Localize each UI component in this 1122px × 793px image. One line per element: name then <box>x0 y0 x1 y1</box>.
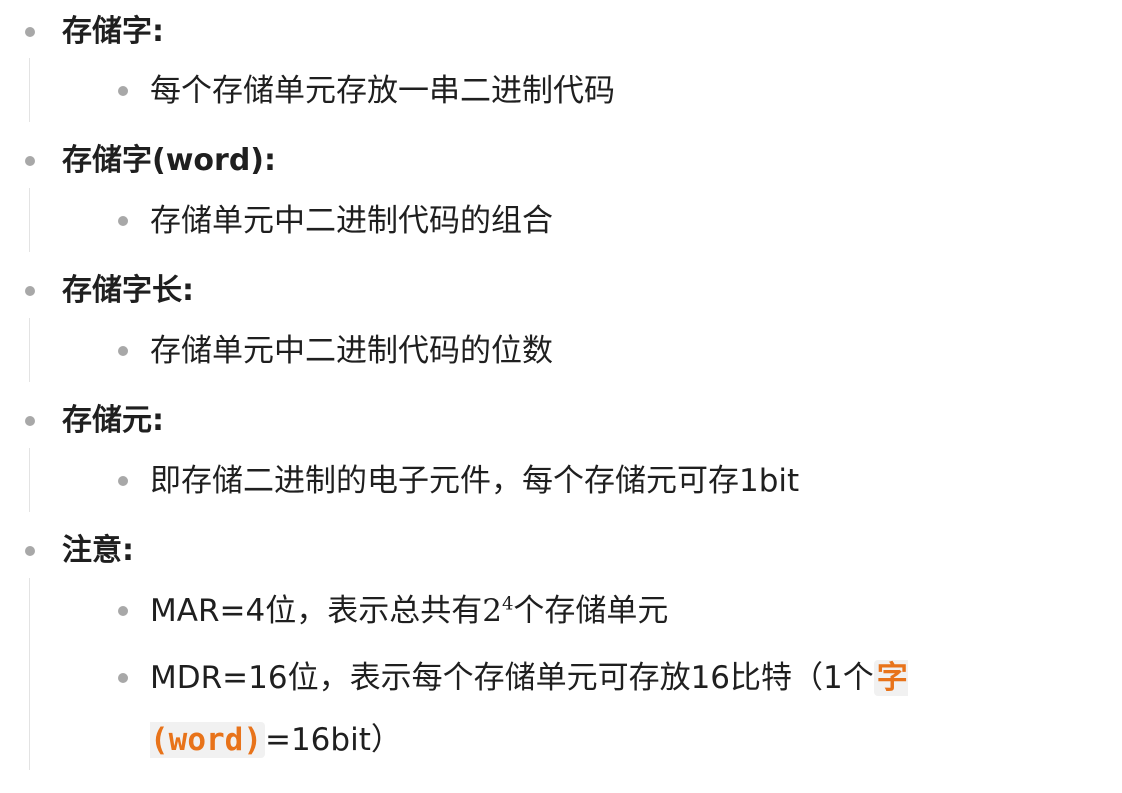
bullet-icon <box>118 673 128 683</box>
notes-document: 存储字: 每个存储单元存放一串二进制代码 存储字(word): 存储单元中二进制… <box>0 0 1122 793</box>
bullet-icon <box>118 606 128 616</box>
indent-guide <box>29 578 30 770</box>
bullet-icon <box>25 156 35 166</box>
mdr-description: MDR=16位，表示每个存储单元可存放16比特（1个字(word)=16bit） <box>150 647 1090 771</box>
description-text: 存储单元中二进制代码的位数 <box>150 333 553 369</box>
indent-guide <box>29 448 30 512</box>
mar-suffix: 个存储单元 <box>513 593 669 629</box>
term-label: 存储元: <box>62 403 164 438</box>
description-text: 每个存储单元存放一串二进制代码 <box>150 73 615 109</box>
power-exponent: 4 <box>501 593 514 615</box>
bullet-icon <box>25 286 35 296</box>
bullet-icon <box>118 476 128 486</box>
mar-prefix: MAR=4位，表示总共有 <box>150 593 483 629</box>
term-label: 存储字(word): <box>62 143 277 178</box>
power-base: 2 <box>482 593 502 629</box>
mar-description: MAR=4位，表示总共有24个存储单元 <box>150 580 668 642</box>
bullet-icon <box>25 416 35 426</box>
mdr-suffix: =16bit） <box>264 722 402 758</box>
description-text: 即存储二进制的电子元件，每个存储元可存1bit <box>150 463 800 499</box>
bullet-icon <box>118 346 128 356</box>
indent-guide <box>29 318 30 382</box>
bullet-icon <box>25 27 35 37</box>
bullet-icon <box>118 216 128 226</box>
description-text: 存储单元中二进制代码的组合 <box>150 203 553 239</box>
term-label: 存储字长: <box>62 273 194 308</box>
term-label: 存储字: <box>62 14 164 49</box>
bullet-icon <box>118 86 128 96</box>
indent-guide <box>29 58 30 122</box>
indent-guide <box>29 188 30 252</box>
mdr-prefix: MDR=16位，表示每个存储单元可存放16比特（1个 <box>150 660 874 696</box>
bullet-icon <box>25 546 35 556</box>
note-label: 注意: <box>62 533 134 568</box>
